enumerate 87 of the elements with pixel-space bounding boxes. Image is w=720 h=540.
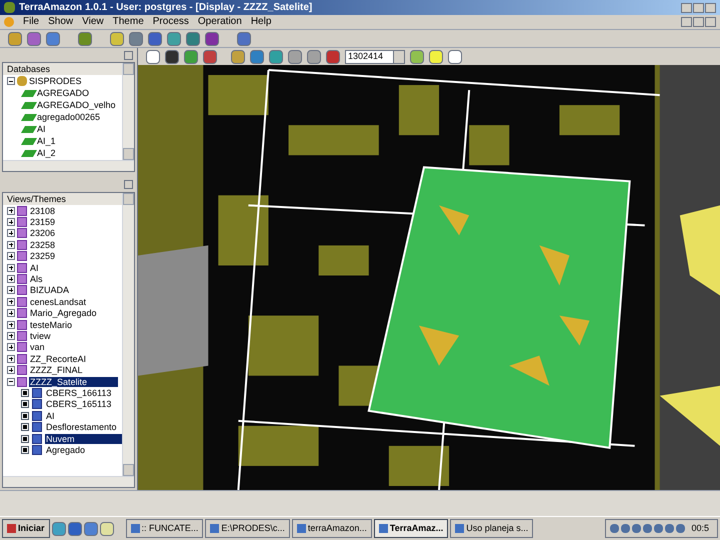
tree-item[interactable]: Mario_Agregado	[29, 308, 98, 318]
tree-item[interactable]: AI	[45, 410, 56, 421]
tree-item[interactable]: AI	[37, 124, 46, 134]
expand-icon[interactable]	[7, 298, 15, 306]
tree-item[interactable]: 23206	[29, 228, 56, 238]
expand-icon[interactable]	[7, 229, 15, 238]
maximize-button[interactable]	[693, 2, 704, 12]
tree-item[interactable]: ZZZZ_FINAL	[29, 365, 84, 376]
tree-item[interactable]: Als	[29, 274, 44, 284]
expand-icon[interactable]	[7, 286, 15, 294]
window-title: TerraAmazon 1.0.1 - User: postgres - [Display - ZZZZ_Satelite]	[19, 2, 314, 12]
tree-item[interactable]: van	[29, 342, 46, 352]
clock: 00:5	[691, 524, 710, 533]
tree-item[interactable]: testeMario	[29, 320, 74, 330]
scale-combo[interactable]: 1302414	[345, 50, 405, 64]
menu-item[interactable]: View	[82, 17, 104, 27]
menu-item[interactable]: Show	[48, 17, 74, 27]
close-button[interactable]	[705, 2, 716, 12]
close-button[interactable]	[124, 180, 133, 188]
checkbox[interactable]	[21, 446, 29, 454]
tree-item[interactable]: 23259	[29, 251, 56, 262]
taskbar-button[interactable]: :: FUNCATE...	[126, 519, 204, 538]
tree-item[interactable]: CBERS_165113	[45, 399, 112, 410]
menu-item[interactable]: File	[23, 17, 40, 27]
menu-item[interactable]: Help	[250, 17, 272, 27]
scrollbar[interactable]	[122, 63, 134, 160]
checkbox[interactable]	[21, 388, 29, 397]
tree-item[interactable]: Agregado	[45, 444, 86, 455]
expand-icon[interactable]	[7, 343, 15, 352]
panel-title: Databases	[3, 63, 122, 75]
checkbox[interactable]	[21, 400, 29, 408]
tree-item[interactable]: AI_2	[37, 148, 56, 158]
tree-item[interactable]: ZZZZ_Satelite	[29, 376, 118, 387]
panel-title: Views/Themes	[3, 193, 122, 205]
expand-icon[interactable]	[7, 218, 15, 226]
restore-button[interactable]	[693, 17, 704, 27]
expand-icon[interactable]	[7, 252, 15, 260]
expand-icon[interactable]	[7, 366, 15, 374]
tree-item[interactable]: AGREGADO_velho	[37, 100, 116, 110]
close-button[interactable]	[705, 17, 716, 27]
dropdown-icon[interactable]	[393, 50, 404, 62]
tree-item[interactable]: 23108	[29, 206, 56, 216]
tree-item[interactable]: cenesLandsat	[29, 296, 88, 307]
horizontal-scrollbar[interactable]	[3, 476, 134, 487]
collapse-icon[interactable]	[7, 77, 15, 85]
scrollbar[interactable]	[122, 193, 134, 476]
close-button[interactable]	[124, 50, 133, 60]
scroll-up-button[interactable]	[123, 63, 134, 75]
expand-icon[interactable]	[7, 275, 15, 284]
expand-icon[interactable]	[7, 206, 15, 215]
expand-icon[interactable]	[7, 309, 15, 318]
horizontal-scrollbar[interactable]	[3, 160, 134, 171]
menu-item[interactable]: Operation	[198, 17, 242, 27]
collapse-icon[interactable]	[7, 378, 15, 386]
start-button[interactable]: Iniciar	[2, 519, 50, 538]
tree-item[interactable]: CBERS_166113	[45, 388, 112, 398]
tree-item[interactable]: SISPRODES	[29, 76, 82, 86]
taskbar-button[interactable]: Uso planeja s...	[450, 519, 534, 538]
expand-icon[interactable]	[7, 264, 15, 272]
checkbox[interactable]	[21, 434, 29, 442]
menu-item[interactable]: Process	[152, 17, 189, 27]
tree-item[interactable]: 23258	[29, 240, 56, 250]
expand-icon[interactable]	[7, 240, 15, 249]
tree-item[interactable]: ZZ_RecorteAI	[29, 354, 88, 364]
tree-item[interactable]: tview	[29, 330, 52, 341]
tree-item[interactable]: BIZUADA	[29, 285, 70, 296]
checkbox[interactable]	[21, 412, 29, 420]
tree-item[interactable]: AI_1	[37, 136, 56, 146]
minimize-button[interactable]	[681, 2, 692, 12]
tree-item[interactable]: Nuvem	[45, 434, 122, 444]
minimize-button[interactable]	[681, 17, 692, 27]
expand-icon[interactable]	[7, 332, 15, 340]
scroll-down-button[interactable]	[123, 464, 134, 476]
scroll-down-button[interactable]	[123, 148, 134, 160]
taskbar-button[interactable]: terraAmazon...	[292, 519, 372, 538]
menu-item[interactable]: Theme	[112, 17, 144, 27]
tree-item[interactable]: Desflorestamento	[45, 422, 118, 432]
scroll-up-button[interactable]	[123, 193, 134, 205]
expand-icon[interactable]	[7, 320, 15, 329]
tree-item[interactable]: 23159	[29, 217, 56, 228]
tree-item[interactable]: AI	[29, 262, 40, 273]
expand-icon[interactable]	[7, 354, 15, 363]
checkbox[interactable]	[21, 423, 29, 432]
tree-item[interactable]: agregado00265	[37, 112, 100, 122]
taskbar-button[interactable]: TerraAmaz...	[374, 519, 448, 538]
tree-item[interactable]: AGREGADO	[37, 88, 90, 98]
taskbar-button[interactable]: E:\PRODES\c...	[205, 519, 290, 538]
